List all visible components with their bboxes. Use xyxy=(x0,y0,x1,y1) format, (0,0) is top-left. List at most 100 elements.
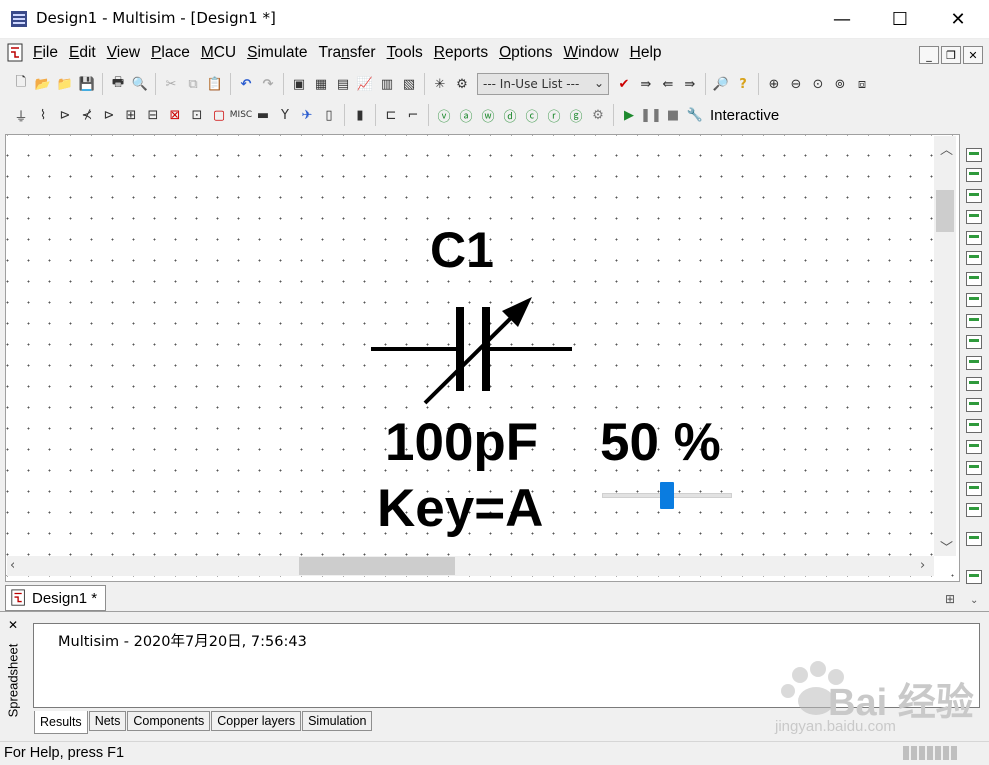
tab-design1[interactable]: Design1 * xyxy=(5,585,106,611)
zoom-out-icon[interactable]: ⊖ xyxy=(785,73,807,95)
variable-capacitor-symbol[interactable] xyxy=(360,285,590,415)
capacitance-slider-thumb[interactable] xyxy=(660,482,674,509)
menu-transfer[interactable]: Transfer xyxy=(318,44,375,62)
menu-simulate[interactable]: Simulate xyxy=(247,44,307,62)
place-analog-icon[interactable]: ⊳ xyxy=(98,104,120,126)
logic-analyzer-icon[interactable] xyxy=(966,335,982,349)
scroll-left-icon[interactable]: ‹ xyxy=(10,558,15,573)
scroll-right-icon[interactable]: › xyxy=(920,558,925,573)
undo-icon[interactable]: ↶ xyxy=(235,73,257,95)
maximize-button[interactable]: ☐ xyxy=(871,0,929,38)
new-file-icon[interactable]: 🗋 xyxy=(10,73,32,95)
current-probe-icon[interactable] xyxy=(966,570,982,584)
place-ttl-icon[interactable]: ⊞ xyxy=(120,104,142,126)
menu-edit[interactable]: Edit xyxy=(69,44,96,62)
open-folder-icon[interactable]: 📂 xyxy=(32,73,54,95)
probe-differential-icon[interactable]: ⓓ xyxy=(499,104,521,126)
erc-icon[interactable]: ✔ xyxy=(613,73,635,95)
mdi-restore-button[interactable]: ❐ xyxy=(941,46,961,64)
agilent-generator-icon[interactable] xyxy=(966,440,982,454)
save-icon[interactable]: 💾 xyxy=(76,73,98,95)
place-basic-icon[interactable]: ⌇ xyxy=(32,104,54,126)
labview-instrument-icon[interactable] xyxy=(966,532,982,546)
horizontal-scroll-thumb[interactable] xyxy=(299,557,455,575)
paste-icon[interactable]: 📋 xyxy=(204,73,226,95)
tab-simulation[interactable]: Simulation xyxy=(302,711,373,731)
multimeter-icon[interactable] xyxy=(966,148,982,162)
place-cmos-icon[interactable]: ⊟ xyxy=(142,104,164,126)
in-use-list-dropdown[interactable]: --- In-Use List --- ⌄ xyxy=(477,73,609,95)
iv-analyzer-icon[interactable] xyxy=(966,356,982,370)
place-bus-icon[interactable]: ⊏ xyxy=(380,104,402,126)
mdi-minimize-button[interactable]: _ xyxy=(919,46,939,64)
cut-icon[interactable]: ✂ xyxy=(160,73,182,95)
function-generator-icon[interactable] xyxy=(966,168,982,182)
network-analyzer-icon[interactable] xyxy=(966,419,982,433)
scroll-down-icon[interactable]: ﹀ xyxy=(940,537,953,556)
agilent-multimeter-icon[interactable] xyxy=(966,461,982,475)
chevron-down-icon[interactable]: ⌄ xyxy=(970,595,978,606)
probe-digital-icon[interactable]: ⓖ xyxy=(565,104,587,126)
menu-options[interactable]: Options xyxy=(499,44,552,62)
spreadsheet-view-icon[interactable]: ▤ xyxy=(332,73,354,95)
copy-icon[interactable]: ⧉ xyxy=(182,73,204,95)
database-manager-icon[interactable]: ▥ xyxy=(376,73,398,95)
grapher-icon[interactable]: 📈 xyxy=(354,73,376,95)
run-simulation-icon[interactable]: ▶ xyxy=(618,104,640,126)
mdi-close-button[interactable]: ✕ xyxy=(963,46,983,64)
frequency-counter-icon[interactable] xyxy=(966,272,982,286)
place-diode-icon[interactable]: ⊳ xyxy=(54,104,76,126)
place-misc-icon[interactable]: MISC xyxy=(230,104,252,126)
place-hierarchical-block-icon[interactable]: ▮ xyxy=(349,104,371,126)
tab-copper-layers[interactable]: Copper layers xyxy=(211,711,302,731)
simulation-mode-label[interactable]: Interactive xyxy=(710,107,779,124)
find-examples-icon[interactable]: 🔎 xyxy=(710,73,732,95)
tektronix-oscilloscope-icon[interactable] xyxy=(966,503,982,517)
design-toolbox-icon[interactable]: ▦ xyxy=(310,73,332,95)
tab-nets[interactable]: Nets xyxy=(88,711,127,731)
menu-tools[interactable]: Tools xyxy=(387,44,423,62)
spectrum-analyzer-icon[interactable] xyxy=(966,398,982,412)
distortion-analyzer-icon[interactable] xyxy=(966,377,982,391)
place-mcu-icon[interactable]: ▯ xyxy=(318,104,340,126)
probe-current-icon[interactable]: ⓐ xyxy=(455,104,477,126)
menu-view[interactable]: View xyxy=(107,44,140,62)
create-component-icon[interactable]: ✳ xyxy=(429,73,451,95)
place-source-icon[interactable]: ⏚ xyxy=(10,104,32,126)
minimize-button[interactable]: — xyxy=(813,0,871,38)
place-connector-icon[interactable]: ⌐ xyxy=(402,104,424,126)
horizontal-scrollbar[interactable] xyxy=(7,556,934,576)
menu-file[interactable]: File xyxy=(33,44,58,62)
probe-voltage-current-icon[interactable]: ⓒ xyxy=(521,104,543,126)
place-transistor-icon[interactable]: ⊀ xyxy=(76,104,98,126)
print-preview-icon[interactable]: 🔍 xyxy=(129,73,151,95)
pause-simulation-icon[interactable]: ❚❚ xyxy=(640,104,662,126)
menu-help[interactable]: Help xyxy=(630,44,662,62)
zoom-area-icon[interactable]: ⊙ xyxy=(807,73,829,95)
oscilloscope-icon[interactable] xyxy=(966,210,982,224)
redo-icon[interactable]: ↷ xyxy=(257,73,279,95)
tab-components[interactable]: Components xyxy=(127,711,211,731)
full-screen-icon[interactable]: ⧈ xyxy=(851,73,873,95)
tile-window-icon[interactable]: ⊞ xyxy=(945,592,955,606)
zoom-in-icon[interactable]: ⊕ xyxy=(763,73,785,95)
menu-place[interactable]: Place xyxy=(151,44,190,62)
place-electromechanical-icon[interactable]: ✈ xyxy=(296,104,318,126)
place-mixed-icon[interactable]: ⊠ xyxy=(164,104,186,126)
four-channel-oscilloscope-icon[interactable] xyxy=(966,231,982,245)
scroll-up-icon[interactable]: ︿ xyxy=(940,139,953,158)
place-advanced-peripherals-icon[interactable]: ▬ xyxy=(252,104,274,126)
place-rf-icon[interactable]: Y xyxy=(274,104,296,126)
zoom-fit-icon[interactable]: ⊚ xyxy=(829,73,851,95)
probe-voltage-icon[interactable]: ⓥ xyxy=(433,104,455,126)
close-button[interactable]: ✕ xyxy=(929,0,987,38)
tab-results[interactable]: Results xyxy=(34,711,88,734)
toggle-fullscreen-icon[interactable]: ▣ xyxy=(288,73,310,95)
database-icon[interactable]: ⚙ xyxy=(451,73,473,95)
wattmeter-icon[interactable] xyxy=(966,189,982,203)
word-generator-icon[interactable] xyxy=(966,293,982,307)
menu-reports[interactable]: Reports xyxy=(434,44,488,62)
menu-window[interactable]: Window xyxy=(564,44,619,62)
bode-plotter-icon[interactable] xyxy=(966,251,982,265)
close-icon[interactable]: ✕ xyxy=(8,618,18,632)
